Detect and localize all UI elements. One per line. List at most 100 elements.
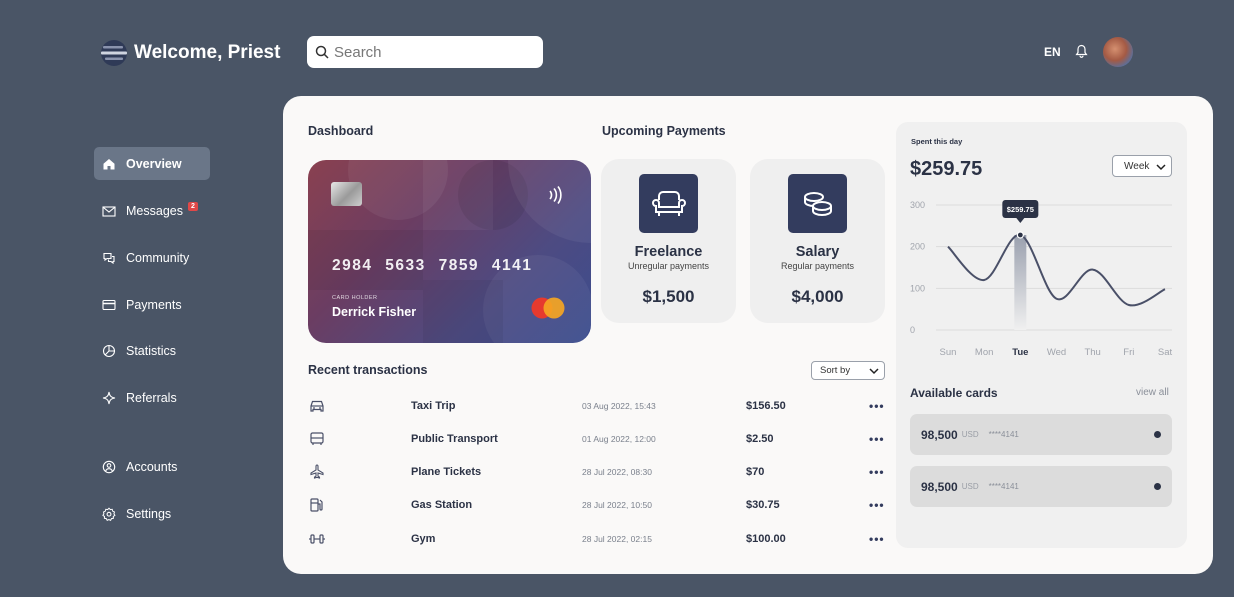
avatar[interactable] <box>1103 37 1133 67</box>
welcome-title: Welcome, Priest <box>134 42 281 63</box>
sidebar-item-overview[interactable]: Overview <box>94 147 210 180</box>
chevron-down-icon <box>1156 164 1166 171</box>
credit-card[interactable]: 2984 5633 7859 4141 CARD HOLDER Derrick … <box>308 160 591 343</box>
sort-by-label: Sort by <box>820 365 851 376</box>
home-icon <box>103 158 115 169</box>
dashboard-title: Dashboard <box>308 124 374 138</box>
sidebar-item-label: Overview <box>126 156 182 171</box>
card-masked-number: ****4141 <box>988 430 1019 439</box>
spent-label: Spent this day <box>911 137 963 146</box>
more-options-button[interactable]: ••• <box>869 399 885 413</box>
highlight-bar <box>1014 235 1027 330</box>
spent-amount: $259.75 <box>910 158 983 180</box>
card-currency: USD <box>961 430 979 439</box>
x-tick-label: Sun <box>940 347 957 358</box>
sidebar-item-label: Community <box>126 250 190 265</box>
card-currency: USD <box>961 482 979 491</box>
view-all-link[interactable]: view all <box>1136 387 1169 398</box>
transaction-row[interactable]: Gas Station 28 Jul 2022, 10:50 $30.75 ••… <box>308 490 888 520</box>
sort-by-select[interactable]: Sort by <box>811 361 885 380</box>
sidebar-item-label: Accounts <box>126 459 178 474</box>
chevron-down-icon <box>869 368 879 375</box>
chat-icon <box>103 252 115 264</box>
transaction-amount: $2.50 <box>746 433 774 445</box>
recent-transactions-title: Recent transactions <box>308 363 428 377</box>
coins-icon <box>803 191 832 216</box>
transaction-date: 01 Aug 2022, 12:00 <box>582 434 656 444</box>
search-icon <box>315 45 329 59</box>
available-cards-title: Available cards <box>910 386 998 400</box>
mastercard-logo-icon <box>531 297 565 319</box>
tooltip-arrow <box>1016 218 1025 223</box>
sidebar-item-settings[interactable]: Settings <box>94 497 210 530</box>
mail-icon <box>102 205 116 217</box>
available-card[interactable]: 98,500 USD ****4141 <box>910 466 1172 507</box>
upcoming-payments-title: Upcoming Payments <box>602 124 726 138</box>
payment-card-freelance[interactable]: Freelance Unregular payments $1,500 <box>601 159 736 323</box>
spending-panel: Spent this day $259.75 Week 0 100 200 300 $2… <box>896 122 1187 548</box>
x-tick-label: Thu <box>1084 347 1100 358</box>
more-options-button[interactable]: ••• <box>869 498 885 512</box>
sidebar-item-referrals[interactable]: Referrals <box>94 381 210 414</box>
sidebar-item-statistics[interactable]: Statistics <box>94 334 210 367</box>
transaction-name: Public Transport <box>411 433 498 445</box>
sidebar-item-community[interactable]: Community <box>94 241 210 274</box>
card-chip <box>331 182 362 206</box>
sidebar-item-accounts[interactable]: Accounts <box>94 450 210 483</box>
more-options-button[interactable]: ••• <box>869 432 885 446</box>
more-options-button[interactable]: ••• <box>869 532 885 546</box>
transaction-name: Plane Tickets <box>411 466 482 478</box>
payment-subtitle: Unregular payments <box>627 261 710 271</box>
period-label: Week <box>1124 160 1150 172</box>
gear-icon <box>102 506 116 521</box>
bus-icon <box>310 432 324 445</box>
x-tick-label: Wed <box>1047 347 1066 358</box>
unread-badge: 2 <box>187 202 198 211</box>
dumbbell-icon <box>309 534 325 544</box>
language-selector[interactable]: EN <box>1044 45 1061 59</box>
main-panel: Dashboard Upcoming Payments 2984 5633 78… <box>283 96 1213 574</box>
transaction-date: 03 Aug 2022, 15:43 <box>582 401 656 411</box>
payment-icon-box <box>788 174 847 233</box>
payment-name: Freelance <box>634 244 703 260</box>
transaction-row[interactable]: Gym 28 Jul 2022, 02:15 $100.00 ••• <box>308 524 888 554</box>
x-tick-label: Fri <box>1123 347 1134 358</box>
search-box[interactable] <box>307 36 543 68</box>
transaction-row[interactable]: Taxi Trip 03 Aug 2022, 15:43 $156.50 ••• <box>308 391 888 421</box>
transaction-name: Taxi Trip <box>411 400 456 412</box>
transaction-amount: $156.50 <box>746 400 786 412</box>
user-circle-icon <box>102 460 116 473</box>
transaction-date: 28 Jul 2022, 08:30 <box>582 467 652 477</box>
transaction-amount: $70 <box>746 466 765 478</box>
sidebar-item-label: Messages <box>126 203 183 218</box>
transaction-row[interactable]: Plane Tickets 28 Jul 2022, 08:30 $70 ••• <box>308 457 888 487</box>
more-options-button[interactable]: ••• <box>869 465 885 479</box>
available-card[interactable]: 98,500 USD ****4141 <box>910 414 1172 455</box>
bell-icon[interactable] <box>1075 44 1088 58</box>
payment-amount: $4,000 <box>791 287 844 306</box>
transaction-amount: $30.75 <box>746 499 780 511</box>
period-select[interactable]: Week <box>1112 155 1172 177</box>
search-input[interactable] <box>334 43 534 61</box>
transaction-name: Gym <box>411 533 436 545</box>
sidebar-item-label: Statistics <box>126 343 177 358</box>
sidebar-item-payments[interactable]: Payments <box>94 288 210 321</box>
plane-icon <box>310 464 324 479</box>
spending-chart[interactable]: 0 100 200 300 $259.75 Sun Mon Tue Wed Thu Fri Sat <box>896 192 1187 367</box>
card-number: 2984 5633 7859 4141 <box>332 257 533 274</box>
x-tick-label: Mon <box>975 347 993 358</box>
transaction-amount: $100.00 <box>746 533 786 545</box>
car-icon <box>310 400 324 412</box>
payment-name: Salary <box>795 244 840 260</box>
y-tick-label: 300 <box>910 200 925 210</box>
card-balance: 98,500 <box>921 479 958 494</box>
y-tick-label: 100 <box>910 283 925 293</box>
payment-subtitle: Regular payments <box>780 261 855 271</box>
x-tick-label: Sat <box>1158 347 1173 358</box>
contactless-icon <box>549 186 562 204</box>
sidebar-item-messages[interactable]: Messages 2 <box>94 194 210 227</box>
sparkle-icon <box>102 391 116 404</box>
transaction-row[interactable]: Public Transport 01 Aug 2022, 12:00 $2.5… <box>308 424 888 454</box>
card-holder-label: CARD HOLDER <box>332 295 378 301</box>
payment-card-salary[interactable]: Salary Regular payments $4,000 <box>750 159 885 323</box>
